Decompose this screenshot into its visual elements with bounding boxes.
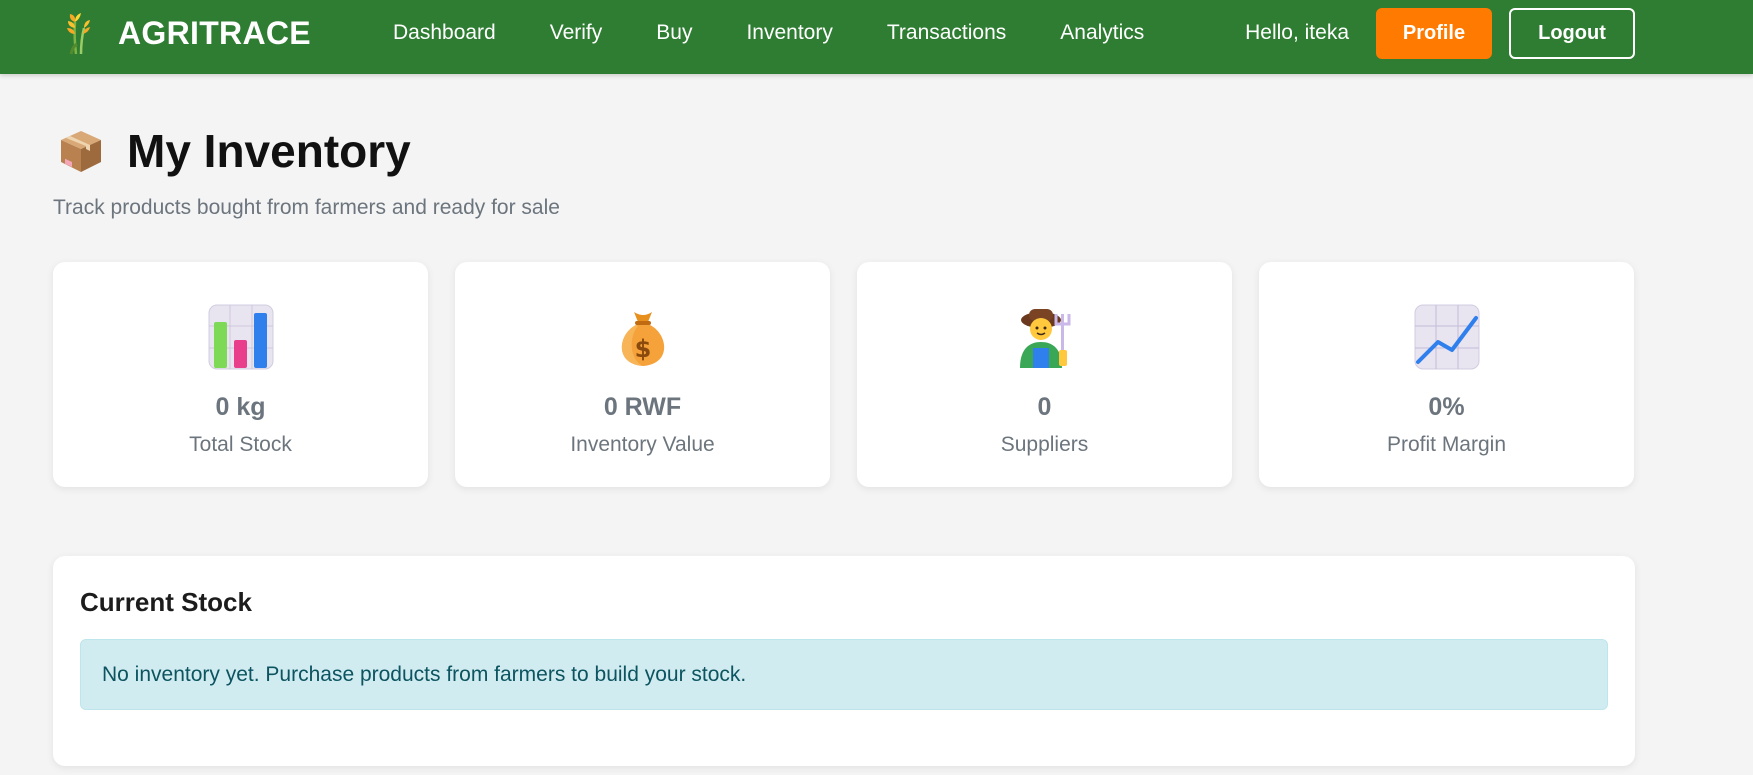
top-navbar: AGRITRACE Dashboard Verify Buy Inventory…: [0, 0, 1753, 74]
current-stock-title: Current Stock: [80, 587, 252, 617]
stat-card-suppliers: 0 Suppliers: [857, 262, 1232, 487]
page-header: My Inventory: [57, 124, 411, 178]
bar-chart-icon: [208, 304, 273, 370]
profile-button[interactable]: Profile: [1376, 7, 1492, 59]
farmer-icon: [1019, 309, 1070, 368]
stat-card-profit-margin: 0% Profit Margin: [1259, 262, 1634, 487]
nav-analytics[interactable]: Analytics: [1033, 21, 1171, 45]
nav-transactions[interactable]: Transactions: [860, 21, 1033, 45]
stat-card-total-stock: 0 kg Total Stock: [53, 262, 428, 487]
money-bag-icon: $: [621, 312, 664, 366]
stat-value: 0%: [1428, 393, 1465, 421]
package-icon: [61, 131, 101, 172]
current-stock-panel: Current Stock No inventory yet. Purchase…: [53, 556, 1635, 766]
nav-links: Dashboard Verify Buy Inventory Transacti…: [366, 0, 1171, 66]
user-area: Hello, iteka Profile Logout: [1245, 0, 1635, 66]
trend-up-icon: [1414, 304, 1479, 370]
stat-value: 0: [1037, 393, 1052, 421]
user-greeting: Hello, iteka: [1245, 21, 1349, 44]
nav-inventory[interactable]: Inventory: [719, 21, 859, 45]
page-subtitle: Track products bought from farmers and r…: [53, 196, 560, 219]
logout-button[interactable]: Logout: [1509, 7, 1635, 59]
svg-text:$: $: [634, 335, 651, 363]
page-title: My Inventory: [127, 125, 411, 177]
stat-label: Suppliers: [1000, 433, 1089, 456]
stat-value: 0 kg: [215, 393, 266, 421]
stats-row: 0 kg Total Stock $ 0 RWF Inventory Value: [53, 262, 1634, 487]
nav-verify[interactable]: Verify: [523, 21, 630, 45]
brand[interactable]: AGRITRACE: [62, 10, 311, 56]
empty-inventory-alert: No inventory yet. Purchase products from…: [80, 639, 1608, 710]
stat-label: Total Stock: [189, 433, 292, 456]
stat-card-inventory-value: $ 0 RWF Inventory Value: [455, 262, 830, 487]
stat-value: 0 RWF: [603, 393, 682, 421]
nav-buy[interactable]: Buy: [629, 21, 719, 45]
nav-dashboard[interactable]: Dashboard: [366, 21, 523, 45]
wheat-logo-icon: [67, 13, 90, 55]
stat-label: Inventory Value: [570, 433, 715, 456]
stat-label: Profit Margin: [1386, 433, 1507, 456]
brand-name: AGRITRACE: [118, 14, 311, 51]
